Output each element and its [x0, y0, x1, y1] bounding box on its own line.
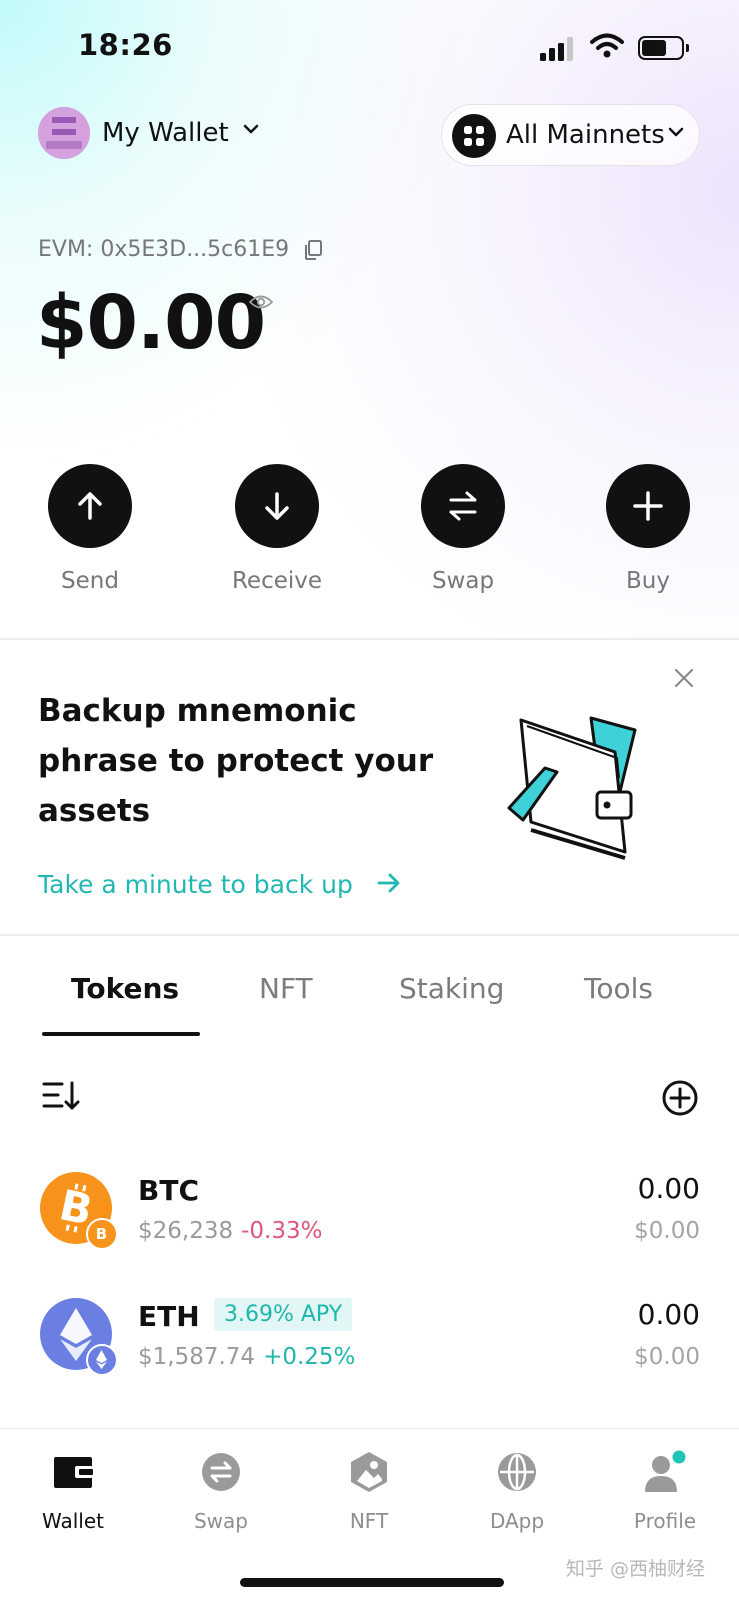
tab-nft[interactable]: NFT — [259, 972, 313, 1005]
status-time: 18:26 — [78, 28, 173, 62]
copy-icon[interactable] — [303, 239, 323, 261]
bitcoin-network-icon: B — [86, 1218, 118, 1250]
divider — [0, 934, 739, 936]
backup-link[interactable]: Take a minute to back up — [38, 870, 353, 899]
wallet-address: EVM: 0x5E3D...5c61E9 — [38, 237, 290, 262]
nft-icon — [309, 1449, 429, 1495]
token-amount: 0.00 — [637, 1172, 700, 1205]
nav-label: Swap — [193, 1509, 248, 1533]
swap-icon — [161, 1449, 281, 1495]
backup-title: Backup mnemonic phrase to protect your a… — [38, 693, 434, 829]
chevron-down-icon — [668, 127, 684, 137]
send-button[interactable]: Send — [30, 464, 150, 594]
arrow-right-icon[interactable] — [376, 870, 402, 896]
grid-icon — [452, 114, 496, 158]
swap-icon — [421, 464, 505, 548]
watermark: 知乎 @西柚财经 — [566, 1558, 706, 1580]
sort-icon[interactable] — [42, 1080, 80, 1112]
nav-label: DApp — [489, 1509, 545, 1533]
token-change: -0.33% — [241, 1218, 323, 1244]
wallet-avatar[interactable] — [38, 107, 90, 159]
network-selector[interactable]: All Mainnets — [441, 104, 700, 166]
signal-icon — [540, 37, 576, 61]
nav-label: Profile — [633, 1509, 697, 1533]
ethereum-network-icon — [86, 1344, 118, 1376]
arrow-up-icon — [48, 464, 132, 548]
close-icon[interactable] — [674, 668, 694, 688]
swap-button[interactable]: Swap — [403, 464, 523, 594]
apy-badge[interactable]: 3.69% APY — [214, 1298, 353, 1331]
token-price: $26,238 -0.33% — [138, 1218, 323, 1244]
buy-label: Buy — [626, 568, 670, 594]
tab-staking[interactable]: Staking — [399, 972, 504, 1005]
token-change: +0.25% — [263, 1344, 356, 1370]
nav-wallet[interactable]: Wallet — [13, 1449, 133, 1533]
arrow-down-icon — [235, 464, 319, 548]
token-symbol: BTC — [138, 1174, 199, 1207]
tab-tokens[interactable]: Tokens — [71, 972, 179, 1005]
eye-icon[interactable] — [249, 294, 273, 310]
token-price: $1,587.74 +0.25% — [138, 1344, 356, 1370]
tab-indicator — [42, 1032, 200, 1036]
wallet-icon — [13, 1449, 133, 1495]
total-balance: $0.00 — [36, 280, 266, 366]
token-row-eth[interactable]: ETH 3.69% APY $1,587.74 +0.25% 0.00 $0.00 — [0, 1298, 739, 1408]
nav-nft[interactable]: NFT — [309, 1449, 429, 1533]
globe-icon — [457, 1449, 577, 1495]
receive-label: Receive — [231, 568, 323, 594]
battery-icon — [638, 36, 689, 60]
network-label: All Mainnets — [506, 120, 665, 150]
buy-button[interactable]: Buy — [588, 464, 708, 594]
wallet-name[interactable]: My Wallet — [102, 118, 229, 148]
wallet-illustration — [507, 716, 637, 860]
token-value: $0.00 — [634, 1344, 700, 1370]
token-value: $0.00 — [634, 1218, 700, 1244]
token-row-btc[interactable]: B B BTC $26,238 -0.33% 0.00 $0.00 — [0, 1172, 739, 1282]
profile-icon — [605, 1449, 725, 1495]
divider — [0, 638, 739, 640]
wifi-icon — [590, 33, 624, 58]
receive-button[interactable]: Receive — [217, 464, 337, 594]
chevron-down-icon[interactable] — [242, 122, 260, 136]
nav-dapp[interactable]: DApp — [457, 1449, 577, 1533]
token-amount: 0.00 — [637, 1298, 700, 1331]
token-symbol: ETH — [138, 1300, 200, 1333]
tab-tools[interactable]: Tools — [584, 972, 653, 1005]
home-indicator[interactable] — [240, 1578, 504, 1587]
plus-icon — [606, 464, 690, 548]
swap-label: Swap — [431, 568, 495, 594]
nav-profile[interactable]: Profile — [605, 1449, 725, 1533]
add-token-icon[interactable] — [662, 1080, 698, 1116]
nav-label: Wallet — [41, 1509, 104, 1533]
nav-swap[interactable]: Swap — [161, 1449, 281, 1533]
send-label: Send — [61, 568, 119, 594]
svg-text:B: B — [96, 1225, 107, 1243]
nav-label: NFT — [349, 1509, 389, 1533]
